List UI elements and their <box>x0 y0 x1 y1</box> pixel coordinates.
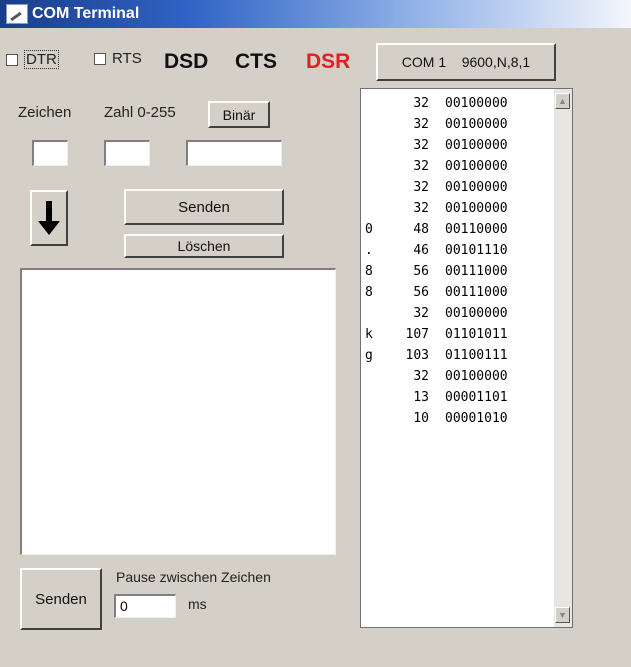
list-item[interactable]: 10 00001010 <box>365 408 545 429</box>
row-binary: 01100111 <box>445 348 508 363</box>
list-item[interactable]: k 107 01101011 <box>365 324 545 345</box>
row-binary: 00100000 <box>445 306 508 321</box>
senden-button[interactable]: Senden <box>124 189 284 225</box>
dtr-label: DTR <box>24 50 59 69</box>
list-item[interactable]: 8 56 00111000 <box>365 261 545 282</box>
row-binary: 00111000 <box>445 264 508 279</box>
dtr-checkbox-box[interactable] <box>6 53 18 66</box>
row-char: g <box>365 348 373 363</box>
vertical-scrollbar[interactable]: ▲ ▼ <box>554 89 572 627</box>
row-char: 0 <box>365 222 373 237</box>
row-binary: 00101110 <box>445 243 508 258</box>
send-all-button[interactable]: Senden <box>20 568 102 630</box>
ms-label: ms <box>188 596 207 612</box>
list-item[interactable]: 32 00100000 <box>365 156 545 177</box>
com-port-button[interactable]: COM 1 9600,N,8,1 <box>376 43 556 81</box>
row-binary: 00001010 <box>445 411 508 426</box>
pause-input[interactable]: 0 <box>114 594 176 618</box>
status-dsd: DSD <box>164 50 209 73</box>
row-char: . <box>365 243 373 258</box>
row-char: 8 <box>365 285 373 300</box>
list-item[interactable]: 32 00100000 <box>365 303 545 324</box>
row-binary: 00100000 <box>445 180 508 195</box>
row-decimal: 10 <box>413 411 429 426</box>
rts-checkbox-box[interactable] <box>94 52 106 65</box>
row-binary: 00100000 <box>445 369 508 384</box>
binar-input[interactable] <box>186 140 282 166</box>
terminal-icon <box>6 4 28 24</box>
binar-button[interactable]: Binär <box>208 101 270 128</box>
zeichen-input[interactable] <box>32 140 68 166</box>
row-binary: 00100000 <box>445 201 508 216</box>
row-decimal: 32 <box>413 159 429 174</box>
row-decimal: 56 <box>413 264 429 279</box>
rts-checkbox[interactable]: RTS <box>94 50 142 67</box>
send-text-area[interactable] <box>20 268 336 555</box>
row-binary: 00100000 <box>445 138 508 153</box>
list-item[interactable]: 8 56 00111000 <box>365 282 545 303</box>
window-title: COM Terminal <box>32 5 140 22</box>
row-decimal: 56 <box>413 285 429 300</box>
list-item[interactable]: 0 48 00110000 <box>365 219 545 240</box>
row-decimal: 107 <box>405 327 429 342</box>
row-binary: 00100000 <box>445 117 508 132</box>
list-item[interactable]: 32 00100000 <box>365 135 545 156</box>
pause-label: Pause zwischen Zeichen <box>116 569 271 585</box>
title-bar: COM Terminal <box>0 0 631 28</box>
list-item[interactable]: 13 00001101 <box>365 387 545 408</box>
row-char: k <box>365 327 373 342</box>
row-decimal: 32 <box>413 180 429 195</box>
zahl-label: Zahl 0-255 <box>104 104 176 121</box>
row-binary: 00001101 <box>445 390 508 405</box>
row-decimal: 32 <box>413 117 429 132</box>
received-listbox[interactable]: 32 00100000 32 00100000 32 00100000 32 00100000… <box>360 88 573 628</box>
list-item[interactable]: 32 00100000 <box>365 366 545 387</box>
down-arrow-icon <box>38 201 60 235</box>
loschen-button[interactable]: Löschen <box>124 234 284 258</box>
row-decimal: 32 <box>413 306 429 321</box>
list-item[interactable]: 32 00100000 <box>365 177 545 198</box>
row-binary: 00110000 <box>445 222 508 237</box>
zahl-input[interactable] <box>104 140 150 166</box>
row-decimal: 32 <box>413 138 429 153</box>
list-item[interactable]: 32 00100000 <box>365 198 545 219</box>
row-decimal: 103 <box>405 348 429 363</box>
rts-label: RTS <box>112 50 142 67</box>
row-decimal: 48 <box>413 222 429 237</box>
row-decimal: 13 <box>413 390 429 405</box>
list-item[interactable]: 32 00100000 <box>365 114 545 135</box>
scroll-down-button[interactable]: ▼ <box>555 607 570 623</box>
transfer-button[interactable] <box>30 190 68 246</box>
row-binary: 01101011 <box>445 327 508 342</box>
status-cts: CTS <box>235 50 277 73</box>
row-decimal: 32 <box>413 201 429 216</box>
list-item[interactable]: . 46 00101110 <box>365 240 545 261</box>
zeichen-label: Zeichen <box>18 104 72 121</box>
status-dsr: DSR <box>306 50 351 73</box>
row-binary: 00111000 <box>445 285 508 300</box>
row-decimal: 46 <box>413 243 429 258</box>
list-item[interactable]: g 103 01100111 <box>365 345 545 366</box>
row-decimal: 32 <box>413 96 429 111</box>
dtr-checkbox[interactable]: DTR <box>6 50 59 69</box>
scroll-up-button[interactable]: ▲ <box>555 93 570 109</box>
row-decimal: 32 <box>413 369 429 384</box>
row-binary: 00100000 <box>445 159 508 174</box>
list-item[interactable]: 32 00100000 <box>365 93 545 114</box>
row-binary: 00100000 <box>445 96 508 111</box>
row-char: 8 <box>365 264 373 279</box>
